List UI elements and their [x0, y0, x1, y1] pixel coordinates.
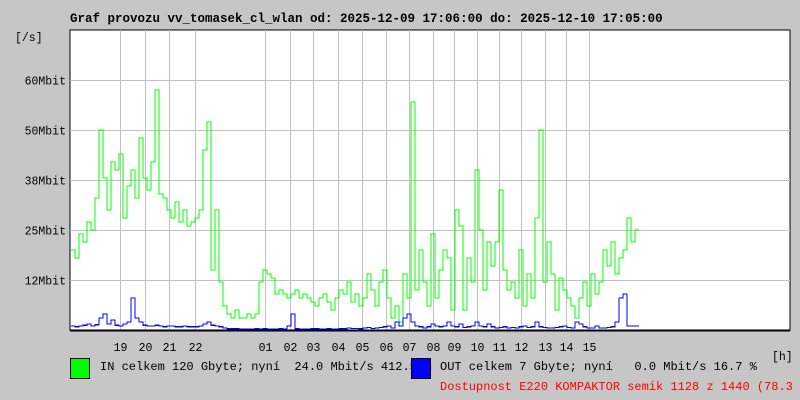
y-tick-label: 25Mbit — [25, 226, 66, 239]
x-tick-label: 08 — [427, 342, 441, 355]
y-tick-label: 60Mbit — [25, 76, 66, 89]
legend-in-swatch — [70, 358, 90, 379]
x-tick-label: 14 — [560, 342, 574, 355]
x-axis-unit: [h] — [772, 351, 793, 364]
x-tick-label: 15 — [583, 342, 597, 355]
x-tick-label: 05 — [356, 342, 370, 355]
y-axis-unit: [/s] — [15, 32, 43, 45]
x-tick-label: 22 — [189, 342, 203, 355]
x-tick-label: 10 — [471, 342, 485, 355]
x-tick-label: 07 — [403, 342, 417, 355]
x-tick-label: 13 — [539, 342, 553, 355]
x-tick-label: 21 — [163, 342, 177, 355]
legend-out-swatch — [411, 358, 431, 379]
x-tick-label: 06 — [380, 342, 394, 355]
legend-out-text: OUT celkem 7 Gbyte; nyní 0.0 Mbit/s 16.7… — [440, 360, 757, 374]
chart-title: Graf provozu vv_tomasek_cl_wlan od: 2025… — [70, 12, 663, 26]
y-tick-labels: 12Mbit 25Mbit 38Mbit 50Mbit 60Mbit — [25, 76, 66, 289]
x-tick-label: 19 — [114, 342, 128, 355]
x-tick-label: 12 — [515, 342, 529, 355]
x-tick-label: 09 — [448, 342, 462, 355]
x-tick-label: 11 — [493, 342, 507, 355]
x-tick-label: 03 — [307, 342, 321, 355]
x-tick-label: 02 — [284, 342, 298, 355]
y-tick-label: 38Mbit — [25, 176, 66, 189]
availability-text: Dostupnost E220 KOMPAKTOR semik 1128 z 1… — [440, 380, 800, 394]
x-tick-labels: 19 20 21 22 01 02 03 04 05 06 07 08 09 10 11 12 13 14 15 — [114, 342, 597, 355]
chart-svg: Graf provozu vv_tomasek_cl_wlan od: 2025… — [15, 12, 793, 364]
x-tick-label: 20 — [139, 342, 153, 355]
traffic-graph: Graf provozu vv_tomasek_cl_wlan od: 2025… — [0, 0, 800, 400]
y-tick-label: 12Mbit — [25, 276, 66, 289]
y-tick-label: 50Mbit — [25, 126, 66, 139]
legend-in-text: IN celkem 120 Gbyte; nyní 24.0 Mbit/s 41… — [100, 360, 432, 374]
x-tick-label: 01 — [259, 342, 273, 355]
x-tick-label: 04 — [332, 342, 346, 355]
